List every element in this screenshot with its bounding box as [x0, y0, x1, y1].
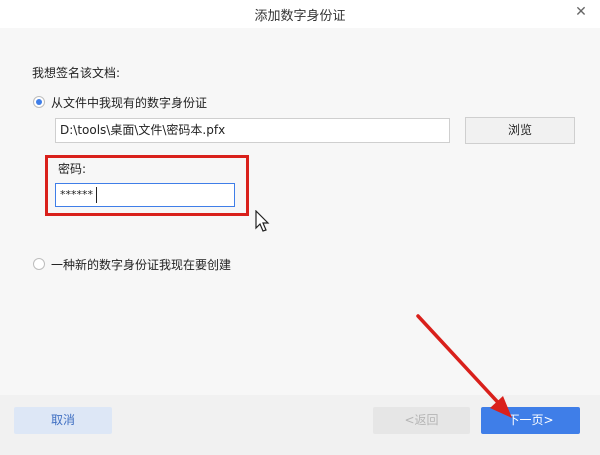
- add-digital-id-dialog: 添加数字身份证 ✕ 我想签名该文档: 从文件中我现有的数字身份证 D:\tool…: [0, 0, 600, 455]
- next-page-button[interactable]: 下一页>: [481, 407, 580, 434]
- password-highlight-box: [45, 155, 249, 216]
- new-id-radio[interactable]: [33, 258, 45, 270]
- back-button: <返回: [373, 407, 470, 434]
- new-id-option-label[interactable]: 一种新的数字身份证我现在要创建: [51, 256, 231, 273]
- mouse-pointer-icon: [255, 210, 270, 232]
- cancel-button[interactable]: 取消: [14, 407, 112, 434]
- title-bar: 添加数字身份证 ✕: [0, 0, 600, 28]
- close-icon[interactable]: ✕: [572, 3, 590, 21]
- existing-id-option-label[interactable]: 从文件中我现有的数字身份证: [51, 94, 207, 111]
- existing-id-radio[interactable]: [33, 96, 45, 108]
- browse-button[interactable]: 浏览: [465, 117, 575, 144]
- dialog-title: 添加数字身份证: [254, 9, 346, 24]
- file-path-input[interactable]: D:\tools\桌面\文件\密码本.pfx: [55, 118, 450, 143]
- sign-document-label: 我想签名该文档:: [32, 66, 121, 80]
